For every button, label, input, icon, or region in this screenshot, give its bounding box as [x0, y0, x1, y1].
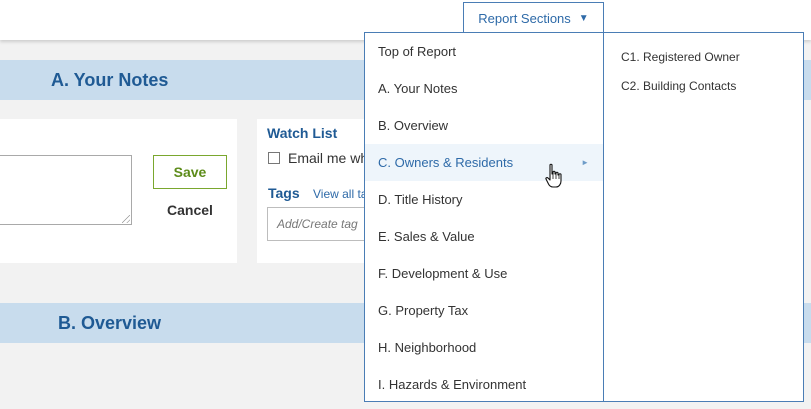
save-button[interactable]: Save — [153, 155, 227, 189]
cancel-button[interactable]: Cancel — [153, 200, 227, 220]
menu-item-top-of-report[interactable]: Top of Report — [365, 33, 603, 70]
section-b-title: B. Overview — [58, 312, 162, 333]
menu-item-label: E. Sales & Value — [378, 229, 475, 244]
menu-item-title-history[interactable]: D. Title History — [365, 181, 603, 218]
menu-item-sales-value[interactable]: E. Sales & Value — [365, 218, 603, 255]
notes-textarea[interactable] — [0, 155, 132, 225]
menu-item-owners-residents[interactable]: C. Owners & Residents ► — [365, 144, 603, 181]
triangle-down-icon: ▼ — [578, 13, 589, 24]
email-me-row[interactable]: Email me wh — [268, 150, 368, 166]
menu-item-neighborhood[interactable]: H. Neighborhood — [365, 329, 603, 366]
owners-submenu: C1. Registered Owner C2. Building Contac… — [604, 32, 804, 402]
menu-item-label: H. Neighborhood — [378, 340, 477, 355]
menu-item-label: B. Overview — [378, 118, 449, 133]
menu-item-label: G. Property Tax — [378, 303, 469, 318]
menu-item-label: I. Hazards & Environment — [378, 377, 527, 392]
submenu-item-building-contacts[interactable]: C2. Building Contacts — [621, 79, 736, 93]
hand-pointer-icon — [545, 163, 562, 188]
menu-item-label: Top of Report — [378, 44, 457, 59]
watch-list-title: Watch List — [267, 125, 338, 141]
triangle-right-icon: ► — [581, 158, 589, 167]
menu-item-label: C. Owners & Residents — [378, 155, 514, 170]
section-a-title: A. Your Notes — [51, 69, 169, 90]
tag-input[interactable]: Add/Create tag — [267, 207, 377, 241]
menu-item-label: A. Your Notes — [378, 81, 458, 96]
resize-grip-icon[interactable] — [122, 215, 130, 223]
view-all-tags-link[interactable]: View all ta — [313, 187, 367, 201]
menu-item-hazards-environment[interactable]: I. Hazards & Environment — [365, 366, 603, 403]
menu-item-overview[interactable]: B. Overview — [365, 107, 603, 144]
menu-item-label: F. Development & Use — [378, 266, 508, 281]
menu-item-property-tax[interactable]: G. Property Tax — [365, 292, 603, 329]
email-me-checkbox[interactable] — [268, 152, 280, 164]
submenu-item-registered-owner[interactable]: C1. Registered Owner — [621, 50, 740, 64]
menu-item-development-use[interactable]: F. Development & Use — [365, 255, 603, 292]
report-sections-menu: Top of Report A. Your Notes B. Overview … — [364, 32, 604, 402]
watch-list-panel: Watch List Email me wh Tags View all ta … — [257, 119, 377, 263]
report-sections-button[interactable]: Report Sections ▼ — [463, 2, 604, 34]
menu-item-label: D. Title History — [378, 192, 463, 207]
menu-item-your-notes[interactable]: A. Your Notes — [365, 70, 603, 107]
email-me-label: Email me wh — [288, 150, 369, 166]
report-sections-label: Report Sections — [478, 11, 571, 26]
notes-panel: Save Cancel — [0, 119, 237, 263]
tags-title: Tags — [268, 185, 300, 201]
